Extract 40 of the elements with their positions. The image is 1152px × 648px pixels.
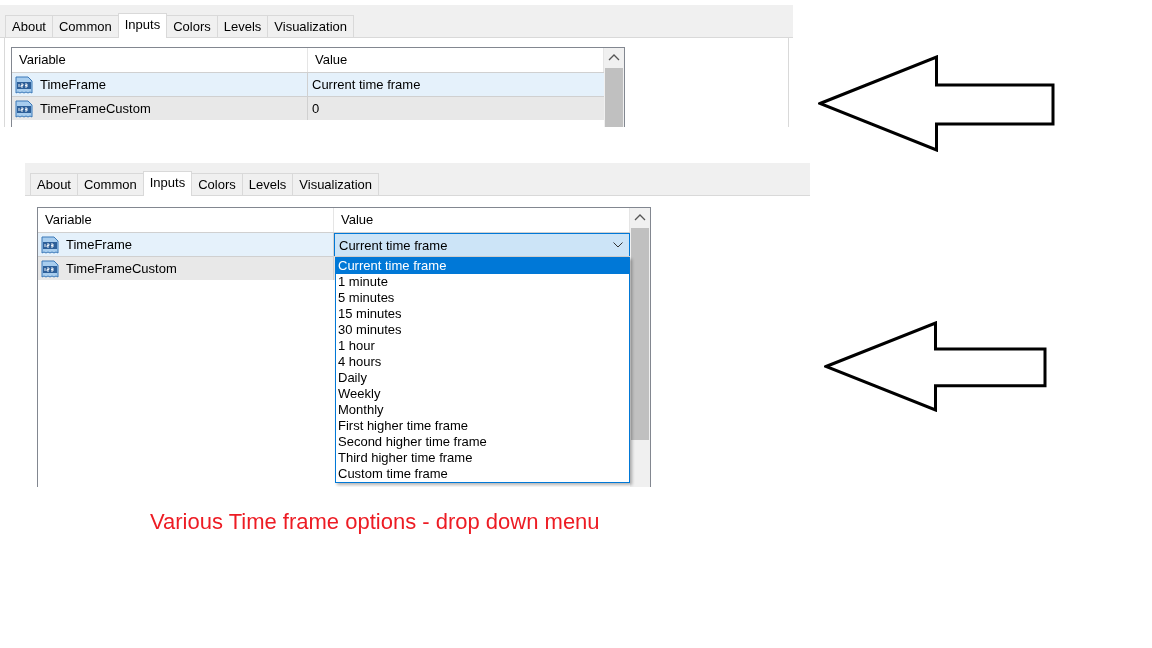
dropdown-option[interactable]: 1 hour xyxy=(336,338,629,354)
dropdown-option[interactable]: Custom time frame xyxy=(336,466,629,482)
dropdown-option[interactable]: 30 minutes xyxy=(336,322,629,338)
left-arrow-icon xyxy=(818,55,1055,152)
dropdown-option[interactable]: 1 minute xyxy=(336,274,629,290)
scroll-thumb[interactable] xyxy=(605,68,623,127)
variable-name: TimeFrame xyxy=(66,237,132,252)
tab[interactable]: About xyxy=(5,15,53,37)
dropdown-option[interactable]: 5 minutes xyxy=(336,290,629,306)
value-text: 0 xyxy=(311,100,321,118)
dropdown-option[interactable]: First higher time frame xyxy=(336,418,629,434)
tab[interactable]: Inputs xyxy=(117,13,168,38)
number-icon xyxy=(40,258,60,279)
scrollbar[interactable] xyxy=(630,208,650,487)
dropdown-option[interactable]: Third higher time frame xyxy=(336,450,629,466)
dropdown-option[interactable]: Weekly xyxy=(336,386,629,402)
dropdown-option[interactable]: Current time frame xyxy=(336,258,629,274)
variable-name: TimeFrame xyxy=(40,77,106,92)
caption-text: Various Time frame options - drop down menu xyxy=(149,509,601,535)
value-dropdown[interactable]: Current time frame xyxy=(334,233,630,257)
dropdown-option[interactable]: Second higher time frame xyxy=(336,434,629,450)
scroll-thumb[interactable] xyxy=(631,228,649,440)
tab[interactable]: Visualization xyxy=(267,15,355,37)
dropdown-option[interactable]: Daily xyxy=(336,370,629,386)
dropdown-option[interactable]: 15 minutes xyxy=(336,306,629,322)
grid-row[interactable]: TimeFrame Current time frame xyxy=(12,72,604,96)
grid-row[interactable]: TimeFrameCustom 0 xyxy=(12,96,604,120)
dropdown-option[interactable]: Monthly xyxy=(336,402,629,418)
tab[interactable]: Visualization xyxy=(292,173,380,195)
number-icon xyxy=(14,74,34,95)
tab[interactable]: Inputs xyxy=(142,171,193,196)
number-icon xyxy=(14,98,34,119)
variable-name: TimeFrameCustom xyxy=(66,261,177,276)
left-arrow-icon xyxy=(824,321,1047,412)
tab[interactable]: About xyxy=(30,173,78,195)
variable-name: TimeFrameCustom xyxy=(40,101,151,116)
dropdown-option[interactable]: 4 hours xyxy=(336,354,629,370)
value-text: Current time frame xyxy=(311,76,422,94)
chevron-down-icon xyxy=(613,242,623,248)
number-icon xyxy=(40,234,60,255)
